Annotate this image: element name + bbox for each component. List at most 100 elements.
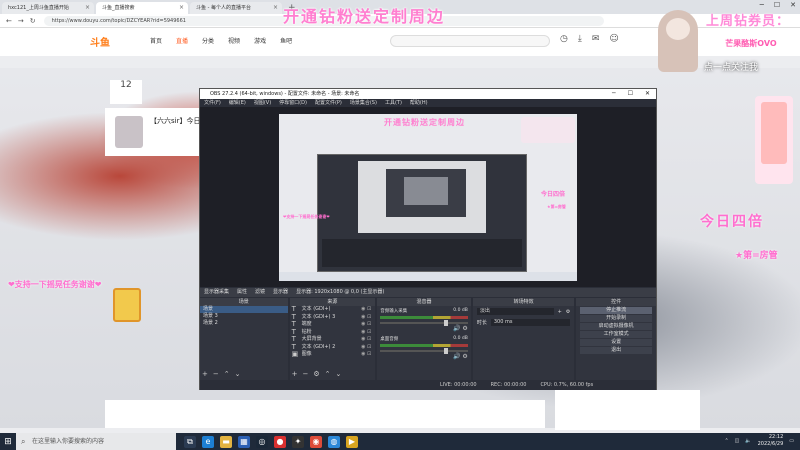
remove-icon[interactable]: −: [213, 370, 219, 378]
volume-slider[interactable]: [380, 348, 468, 354]
nav-item[interactable]: 视频: [228, 36, 240, 45]
maximize-icon[interactable]: ☐: [628, 89, 633, 99]
virtual-camera-button[interactable]: 启动虚拟摄像机: [580, 323, 652, 330]
gear-icon[interactable]: ⚙: [566, 309, 570, 315]
history-icon[interactable]: ◷: [560, 34, 568, 44]
eye-lock-icon[interactable]: ◉ ⊡: [361, 351, 371, 359]
nav-item[interactable]: 鱼吧: [280, 36, 292, 45]
duration-input[interactable]: 300 ms: [490, 319, 571, 326]
source-item[interactable]: T 文本 (GDI+) 3 ◉ ⊡: [290, 313, 376, 322]
add-icon[interactable]: +: [558, 309, 562, 315]
task-view-icon[interactable]: ⧉: [184, 435, 196, 448]
menu-docks[interactable]: 停靠窗口(D): [279, 99, 307, 107]
scene-item[interactable]: 场景 2: [200, 320, 288, 327]
gear-icon[interactable]: ⚙: [462, 353, 467, 360]
source-item[interactable]: T 文本 (GDI+) ◉ ⊡: [290, 305, 376, 314]
eye-lock-icon[interactable]: ◉ ⊡: [361, 336, 371, 344]
source-item[interactable]: ▣ 图像 ◉ ⊡: [290, 350, 376, 359]
menu-tools[interactable]: 工具(T): [385, 99, 402, 107]
folder-icon[interactable]: ▬: [220, 435, 232, 448]
start-recording-button[interactable]: 开始录制: [580, 315, 652, 322]
remove-icon[interactable]: −: [302, 370, 308, 378]
back-icon[interactable]: ←: [6, 17, 12, 25]
speaker-icon[interactable]: 🔊: [453, 353, 460, 360]
windows-start-icon[interactable]: ⊞: [0, 437, 16, 447]
controls-dock: 控件 停止推流 开始录制 启动虚拟摄像机 工作室模式 设置 退出: [576, 298, 656, 380]
eye-lock-icon[interactable]: ◉ ⊡: [361, 321, 371, 329]
gear-icon[interactable]: ⚙: [462, 325, 467, 332]
browser-tab-active[interactable]: 斗鱼_直播搜索 ×: [96, 2, 188, 14]
volume-icon[interactable]: 🔈: [745, 438, 751, 444]
gift-badge[interactable]: [113, 288, 141, 322]
studio-mode-button[interactable]: 工作室模式: [580, 331, 652, 338]
close-tab-icon[interactable]: ×: [179, 2, 184, 14]
obs-icon[interactable]: ●: [274, 435, 286, 448]
nav-item[interactable]: 首页: [150, 36, 162, 45]
store-icon[interactable]: ▦: [238, 435, 250, 448]
stop-streaming-button[interactable]: 停止推流: [580, 307, 652, 314]
close-tab-icon[interactable]: ×: [85, 2, 90, 14]
site-logo[interactable]: 斗鱼: [90, 34, 110, 49]
steam-icon[interactable]: ◎: [256, 435, 268, 448]
download-icon[interactable]: ⤓: [578, 34, 582, 44]
app-icon[interactable]: ✦: [292, 435, 304, 448]
eye-lock-icon[interactable]: ◉ ⊡: [361, 314, 371, 322]
properties-button[interactable]: 属性: [237, 288, 247, 297]
browser-tab[interactable]: hxc121_上周斗鱼直播开始 ×: [2, 2, 94, 14]
message-icon[interactable]: ✉: [592, 34, 600, 44]
forward-icon[interactable]: →: [18, 17, 24, 25]
scene-item[interactable]: 场景: [200, 306, 288, 313]
source-item[interactable]: T 大屏背景 ◉ ⊡: [290, 335, 376, 344]
media-icon[interactable]: ▶: [346, 435, 358, 448]
settings-button[interactable]: 设置: [580, 339, 652, 346]
nav-item[interactable]: 分类: [202, 36, 214, 45]
source-item[interactable]: T 端度 ◉ ⊡: [290, 320, 376, 329]
eye-lock-icon[interactable]: ◉ ⊡: [361, 329, 371, 337]
move-down-icon[interactable]: ⌄: [336, 370, 342, 378]
move-up-icon[interactable]: ⌃: [224, 370, 230, 378]
exit-button[interactable]: 退出: [580, 347, 652, 354]
menu-scene-collection[interactable]: 场景集合(S): [350, 99, 377, 107]
site-search-input[interactable]: [390, 35, 550, 47]
scene-item[interactable]: 场景 3: [200, 313, 288, 320]
nav-item[interactable]: 游戏: [254, 36, 266, 45]
chevron-up-icon[interactable]: ⌃: [724, 438, 728, 444]
promo-card[interactable]: [755, 96, 793, 184]
volume-slider[interactable]: [380, 320, 468, 326]
display-select[interactable]: 显示器: 1920x1080 @ 0,0 (主显示器): [296, 288, 384, 297]
browser-icon[interactable]: ◍: [328, 435, 340, 448]
close-tab-icon[interactable]: ×: [273, 2, 278, 14]
obs-preview-canvas[interactable]: 开通钻粉送定制周边 ❤支持一下摇晃任务谢谢❤ 今日四倍 ★第=房管: [279, 114, 577, 281]
minimize-icon[interactable]: ─: [612, 89, 616, 99]
move-down-icon[interactable]: ⌄: [235, 370, 241, 378]
source-item[interactable]: T 文本 (GDI+) 2 ◉ ⊡: [290, 343, 376, 352]
reload-icon[interactable]: ↻: [30, 17, 36, 25]
network-icon[interactable]: ◫: [735, 438, 740, 444]
mixer-track: 音频输入采集 0.0 dB 🔊 ⚙: [380, 308, 468, 332]
source-item[interactable]: T 钻粉 ◉ ⊡: [290, 328, 376, 337]
add-icon[interactable]: +: [292, 370, 298, 378]
close-icon[interactable]: ✕: [645, 89, 650, 99]
speaker-icon[interactable]: 🔊: [453, 325, 460, 332]
user-icon[interactable]: ☺: [609, 34, 618, 44]
menu-file[interactable]: 文件(F): [204, 99, 221, 107]
gear-icon[interactable]: ⚙: [313, 370, 319, 378]
browser-tab[interactable]: 斗鱼 - 每个人的直播平台 ×: [190, 2, 282, 14]
menu-help[interactable]: 帮助(H): [410, 99, 428, 107]
taskbar-search-input[interactable]: 在这里输入你要搜索的内容: [16, 433, 176, 450]
taskbar-clock[interactable]: 22:12 2022/6/29: [758, 434, 784, 448]
filters-button[interactable]: 滤镜: [255, 288, 265, 297]
transition-select[interactable]: 淡出: [476, 308, 554, 315]
streamer-avatar[interactable]: [115, 116, 143, 148]
menu-edit[interactable]: 编辑(E): [229, 99, 246, 107]
menu-profile[interactable]: 配置文件(P): [315, 99, 342, 107]
chrome-icon[interactable]: ◉: [310, 435, 322, 448]
add-icon[interactable]: +: [202, 370, 208, 378]
notification-icon[interactable]: ▭: [789, 438, 794, 444]
nav-item-active[interactable]: 直播: [176, 36, 188, 45]
menu-view[interactable]: 视图(V): [254, 99, 271, 107]
edge-icon[interactable]: e: [202, 435, 214, 448]
move-up-icon[interactable]: ⌃: [325, 370, 331, 378]
eye-lock-icon[interactable]: ◉ ⊡: [361, 344, 371, 352]
eye-lock-icon[interactable]: ◉ ⊡: [361, 306, 371, 314]
